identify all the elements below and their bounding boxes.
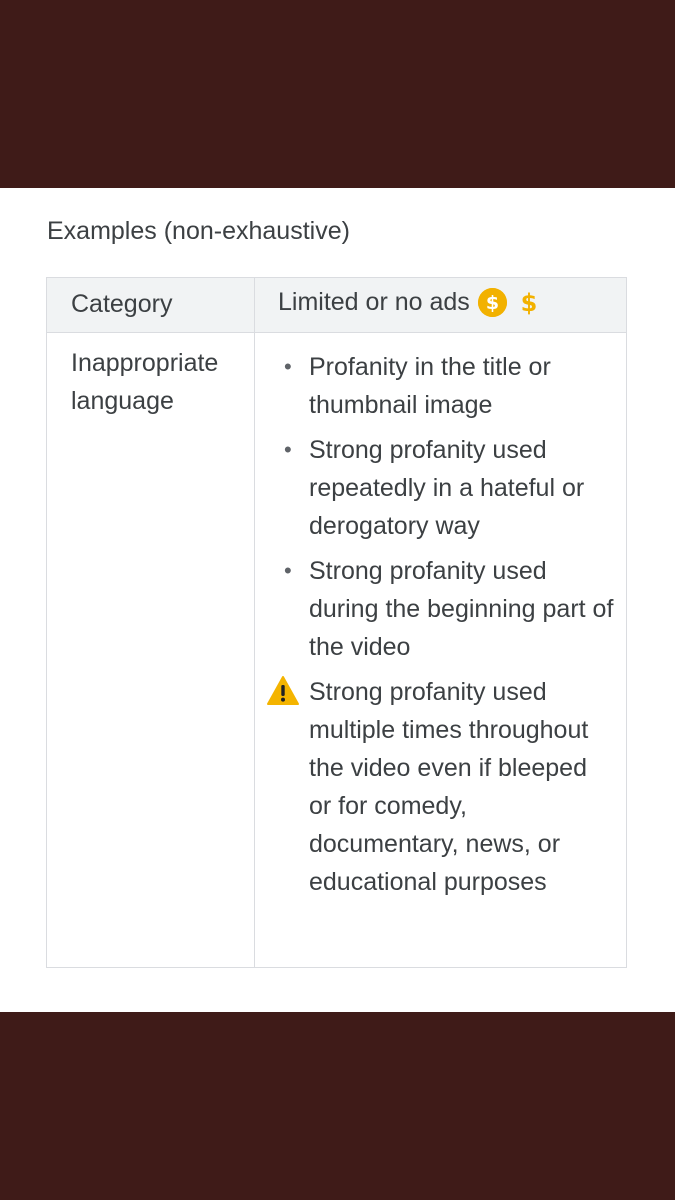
header-category: Category (71, 290, 173, 318)
header-limited-ads: Limited or no ads $ $ (278, 288, 537, 317)
bullet-icon: • (284, 437, 292, 462)
warning-icon (267, 676, 299, 705)
list-item: Strong profanity used multiple times thr… (264, 673, 614, 901)
bullet-icon: • (284, 354, 292, 379)
top-dark-band (0, 0, 675, 188)
limited-ads-list: • Profanity in the title or thumbnail im… (264, 348, 614, 908)
list-item-text: Strong profanity used repeatedly in a ha… (309, 436, 585, 540)
list-item-text: Strong profanity used during the beginni… (309, 557, 614, 661)
svg-text:$: $ (521, 289, 537, 317)
dollar-icon: $ (520, 288, 537, 317)
content-panel: Examples (non-exhaustive) Category Limit… (0, 188, 675, 1012)
column-divider (254, 278, 255, 967)
list-item: • Strong profanity used repeatedly in a … (264, 431, 614, 545)
header-limited-ads-label: Limited or no ads (278, 288, 470, 316)
svg-text:$: $ (486, 292, 499, 314)
list-item: • Profanity in the title or thumbnail im… (264, 348, 614, 424)
section-heading: Examples (non-exhaustive) (47, 217, 350, 245)
coin-dollar-icon: $ (477, 288, 507, 317)
list-item-text: Strong profanity used multiple times thr… (309, 678, 589, 896)
cell-category: Inappropriate language (71, 349, 219, 415)
examples-table: Category Limited or no ads $ $ Inappropr… (46, 277, 627, 968)
list-item-text: Profanity in the title or thumbnail imag… (309, 353, 551, 419)
bullet-icon: • (284, 558, 292, 583)
list-item: • Strong profanity used during the begin… (264, 552, 614, 666)
bottom-dark-band (0, 1012, 675, 1200)
